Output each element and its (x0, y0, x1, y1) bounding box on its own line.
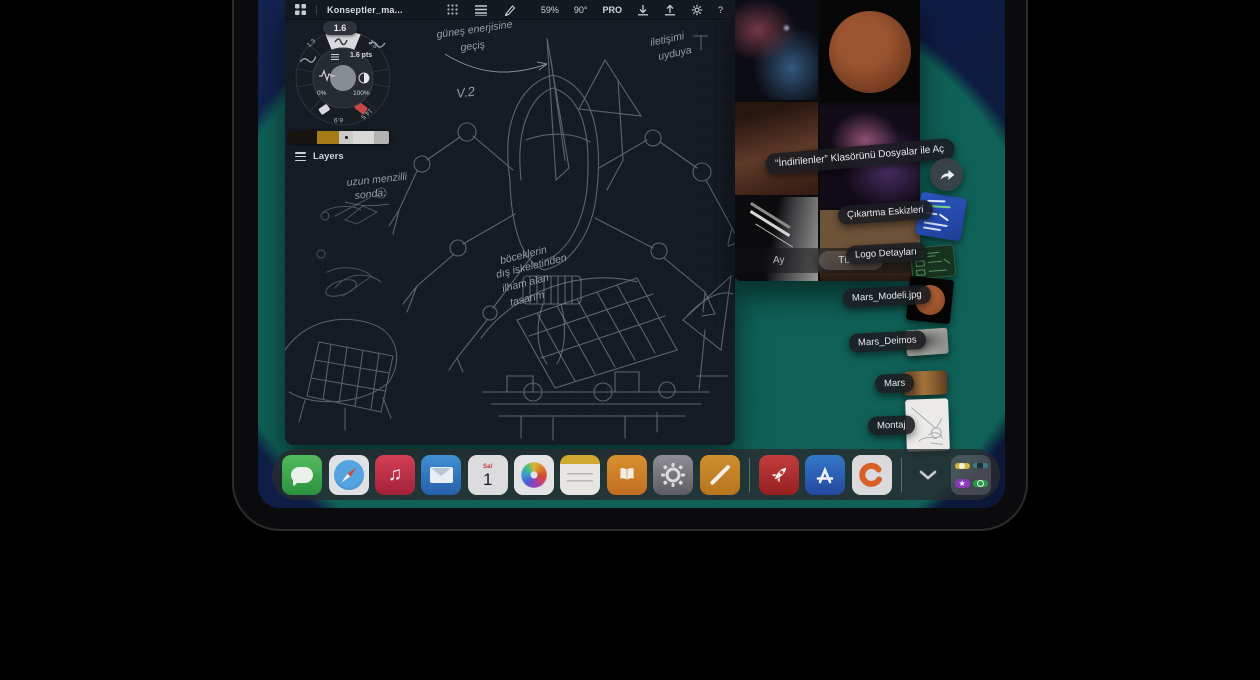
opacity-max-label: 100% (353, 90, 370, 97)
dock-app-app-store[interactable] (805, 455, 845, 495)
notes-lines-icon (567, 473, 593, 485)
color-swatch-bar[interactable] (289, 131, 389, 144)
layers-menu-icon (295, 152, 306, 161)
dock-app-photos[interactable] (514, 455, 554, 495)
rocket-icon (767, 463, 791, 487)
pro-button[interactable]: PRO (602, 5, 622, 15)
chevron-down-icon (919, 470, 937, 480)
settings-gear-icon[interactable] (691, 4, 703, 16)
pen-stroke-icon (709, 464, 730, 485)
export-icon[interactable] (664, 4, 676, 16)
app-library-tips-icon (955, 463, 970, 469)
app-library-ring-icon (973, 480, 988, 487)
opacity-min-label: 0% (317, 90, 327, 97)
svg-text:V.2: V.2 (455, 83, 476, 101)
center-size-value: 1.6 pts (350, 52, 372, 59)
document-title[interactable]: Konseptler_ma... (327, 5, 403, 15)
dock-app-library[interactable]: ★ (951, 455, 991, 495)
active-size-pill[interactable]: 1.6 (323, 21, 357, 35)
photo-mars-surface[interactable] (735, 102, 818, 195)
swatch-gray[interactable] (374, 131, 389, 144)
dock-app-settings[interactable] (653, 455, 693, 495)
photos-app-window: Ay Tümü (735, 0, 920, 281)
app-library-camera-icon (973, 463, 988, 468)
photo-mars-globe[interactable] (820, 0, 920, 103)
color-puck[interactable] (330, 65, 356, 91)
dock-app-messages[interactable] (282, 455, 322, 495)
help-button[interactable]: ? (718, 5, 723, 15)
swatch-black[interactable] (289, 131, 317, 144)
dock-app-mail[interactable] (421, 455, 461, 495)
menu-lines-icon[interactable] (474, 4, 488, 16)
calendar-day: 1 (483, 471, 492, 489)
swatch-light[interactable] (353, 131, 374, 144)
toolbar-divider (316, 5, 317, 15)
dock-app-calendar[interactable]: Sal 1 (468, 455, 508, 495)
dock-app-music[interactable]: ♫ (375, 455, 415, 495)
dock-app-books[interactable] (607, 455, 647, 495)
share-button[interactable] (930, 158, 963, 191)
dock-divider (749, 458, 750, 492)
rotation-value[interactable]: 90° (574, 5, 588, 15)
ipad-screen: Konseptler_ma... 59% 90° PRO (258, 0, 1005, 508)
dots-grid-icon[interactable] (447, 4, 458, 15)
dock: ♫ Sal 1 (272, 449, 1000, 500)
dock-collapse-chevron[interactable] (911, 455, 945, 495)
swatch-gold[interactable] (317, 131, 339, 144)
safari-compass-icon (334, 460, 364, 490)
settings-gear-icon (660, 462, 686, 488)
import-icon[interactable] (637, 4, 649, 16)
app-library-star-icon: ★ (955, 479, 970, 488)
drag-item-label: Mars (875, 373, 915, 393)
drawing-toolbar: Konseptler_ma... 59% 90° PRO (285, 0, 735, 20)
drag-item-label: Montaj (868, 415, 915, 436)
zoom-value[interactable]: 59% (541, 5, 559, 15)
dock-app-safari[interactable] (329, 455, 369, 495)
layers-label: Layers (313, 151, 344, 162)
concepts-c-icon (858, 461, 886, 489)
music-note-icon: ♫ (388, 464, 402, 486)
layers-panel-toggle[interactable]: Layers (295, 151, 344, 162)
drag-item-label: Mars_Deimos (849, 330, 926, 353)
mail-envelope-icon (430, 467, 453, 483)
pen-tool-icon[interactable] (504, 4, 516, 16)
books-icon (615, 464, 639, 486)
drawing-app-window: Konseptler_ma... 59% 90° PRO (285, 0, 735, 445)
swatch-selected[interactable] (339, 131, 353, 144)
brush-wheel[interactable]: 1.3 3.5 6.9 14.5 1.6 pts 0% 100% 1.6 (293, 20, 393, 128)
brush-size-label[interactable]: 6.9 (334, 116, 343, 123)
dock-app-notes[interactable] (560, 455, 600, 495)
dock-app-rocket[interactable] (759, 455, 799, 495)
app-store-a-icon (812, 462, 838, 488)
share-arrow-icon (938, 167, 955, 182)
photo-nebula-flame[interactable] (735, 0, 818, 100)
apps-grid-icon[interactable] (295, 4, 306, 15)
tab-month[interactable]: Ay (773, 255, 785, 266)
dock-app-linea-sketch[interactable] (700, 455, 740, 495)
photos-flower-icon (521, 462, 547, 488)
dock-app-concepts[interactable] (852, 455, 892, 495)
dock-divider (901, 458, 902, 492)
messages-bubble-icon (291, 467, 313, 483)
